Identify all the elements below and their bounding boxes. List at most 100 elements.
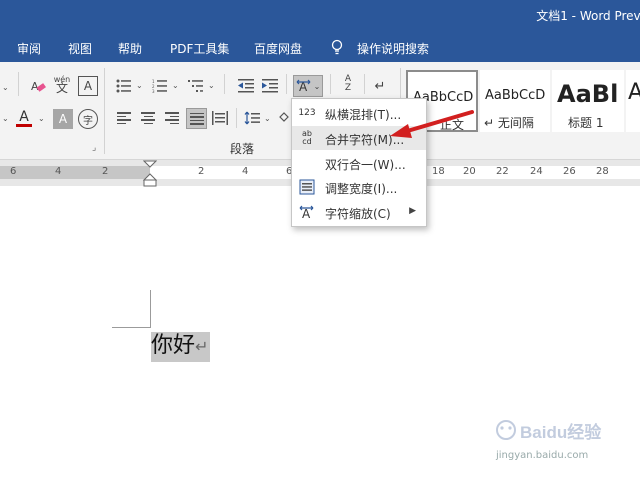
red-arrow-icon bbox=[390, 110, 474, 138]
style-no-spacing[interactable]: AaBbCcD ↵ 无间隔 bbox=[480, 70, 550, 132]
watermark-text: Baidu经验 bbox=[520, 422, 602, 442]
decrease-indent-button[interactable] bbox=[236, 76, 256, 96]
tab-view[interactable]: 视图 bbox=[68, 40, 92, 57]
numbering-button[interactable]: 123 bbox=[150, 76, 170, 96]
character-scaling-icon: A bbox=[297, 202, 317, 222]
multilevel-list-icon bbox=[188, 80, 203, 92]
ruler-number: 18 bbox=[432, 166, 445, 177]
tell-me-search[interactable]: 操作说明搜索 bbox=[357, 40, 429, 57]
chevron-down-icon[interactable]: ⌄ bbox=[172, 81, 179, 90]
style-heading-1-sample: AaBl bbox=[557, 80, 619, 108]
combine-characters-icon: ab cd bbox=[302, 129, 312, 146]
clear-formatting-button[interactable]: A bbox=[28, 76, 48, 96]
line-spacing-button[interactable] bbox=[242, 108, 262, 128]
ruler-number: 24 bbox=[530, 166, 543, 177]
menu-item-label: 字符缩放(C) bbox=[325, 207, 391, 221]
style-heading-1[interactable]: AaBl 标题 1 bbox=[552, 70, 624, 132]
tab-baidu-netdisk[interactable]: 百度网盘 bbox=[254, 40, 302, 57]
align-center-button[interactable] bbox=[138, 108, 158, 128]
divider bbox=[236, 108, 237, 128]
svg-text:3: 3 bbox=[152, 89, 155, 93]
style-next-sample: A bbox=[628, 80, 640, 105]
paragraph-mark: ↵ bbox=[195, 337, 209, 356]
menu-item-label: 调整宽度(I)... bbox=[325, 182, 398, 196]
show-hide-marks-button[interactable]: ↵ bbox=[370, 76, 390, 96]
lightbulb-icon bbox=[331, 39, 343, 55]
tab-review[interactable]: 审阅 bbox=[17, 40, 41, 57]
indent-marker-icon[interactable] bbox=[143, 160, 157, 188]
multilevel-list-button[interactable] bbox=[186, 76, 206, 96]
asian-layout-button[interactable]: A ⌄ bbox=[293, 75, 323, 97]
chevron-down-icon[interactable]: ⌄ bbox=[2, 83, 9, 92]
chevron-down-icon[interactable]: ⌄ bbox=[136, 81, 143, 90]
sort-button[interactable]: A Z bbox=[338, 74, 358, 94]
chevron-down-icon[interactable]: ⌄ bbox=[208, 81, 215, 90]
tab-help[interactable]: 帮助 bbox=[118, 40, 142, 57]
character-border-letter: A bbox=[83, 79, 93, 93]
ruler-number: 2 bbox=[198, 166, 205, 177]
ruler-number: 2 bbox=[102, 166, 109, 177]
menu-item-label: 双行合一(W)... bbox=[325, 158, 406, 172]
distributed-button[interactable] bbox=[210, 108, 230, 128]
increase-indent-icon bbox=[262, 79, 278, 93]
divider bbox=[104, 68, 105, 154]
sort-letter-z: Z bbox=[344, 83, 352, 93]
chevron-down-icon[interactable]: ⌄ bbox=[38, 114, 45, 123]
chevron-down-icon[interactable]: ⌄ bbox=[2, 114, 9, 123]
ruler-number: 6 bbox=[10, 166, 17, 177]
enclose-characters-button[interactable]: 字 bbox=[78, 109, 98, 129]
bullets-button[interactable] bbox=[114, 76, 134, 96]
tab-pdf-tools[interactable]: PDF工具集 bbox=[170, 40, 229, 57]
chevron-down-icon[interactable]: ⌄ bbox=[264, 114, 271, 123]
bullet-list-icon bbox=[116, 79, 131, 93]
menu-item-fit-text[interactable]: 调整宽度(I)... bbox=[292, 175, 426, 199]
ribbon-tabs: 审阅 视图 帮助 PDF工具集 百度网盘 操作说明搜索 bbox=[0, 32, 640, 62]
phonetic-guide-bottom: 文 bbox=[55, 81, 68, 95]
title-bar: 文档1 - Word Previ bbox=[0, 0, 640, 32]
ruler-number: 4 bbox=[242, 166, 249, 177]
ruler-margin bbox=[0, 166, 150, 179]
paragraph-group-label: 段落 bbox=[230, 142, 255, 156]
justify-icon bbox=[189, 112, 204, 125]
line-spacing-icon bbox=[244, 111, 260, 125]
distributed-icon bbox=[212, 111, 228, 125]
character-scaling-letter: A bbox=[302, 207, 311, 219]
character-border-button[interactable]: A bbox=[78, 76, 98, 96]
selected-text[interactable]: 你好 bbox=[151, 333, 195, 358]
ruler-number: 22 bbox=[496, 166, 509, 177]
svg-text:A: A bbox=[31, 80, 39, 93]
style-no-spacing-sample: AaBbCcD bbox=[485, 88, 546, 103]
watermark-url: jingyan.baidu.com bbox=[496, 450, 589, 461]
increase-indent-button[interactable] bbox=[260, 76, 280, 96]
ruler-number: 20 bbox=[463, 166, 476, 177]
divider bbox=[18, 72, 19, 96]
shading-button[interactable] bbox=[278, 108, 290, 128]
decrease-indent-icon bbox=[238, 79, 254, 93]
two-lines-in-one-icon bbox=[297, 153, 317, 173]
asian-layout-icon: A bbox=[296, 79, 311, 93]
ruler-number: 26 bbox=[563, 166, 576, 177]
style-heading-1-name: 标题 1 bbox=[568, 116, 604, 130]
divider bbox=[286, 74, 287, 94]
font-dialog-launcher-icon[interactable]: ⌟ bbox=[92, 143, 96, 153]
phonetic-guide-button[interactable]: wén 文 bbox=[52, 74, 72, 94]
font-color-button[interactable]: A bbox=[14, 109, 34, 129]
align-right-icon bbox=[165, 112, 179, 124]
divider bbox=[330, 74, 331, 94]
document-text[interactable]: 你好↵ bbox=[151, 332, 211, 362]
fit-text-icon bbox=[297, 177, 317, 197]
submenu-arrow-icon: ▶ bbox=[409, 206, 416, 216]
align-right-button[interactable] bbox=[162, 108, 182, 128]
style-next[interactable]: A bbox=[626, 70, 640, 132]
eraser-icon: A bbox=[31, 80, 46, 93]
align-left-icon bbox=[117, 112, 131, 124]
paragraph-mark-icon: ↵ bbox=[374, 78, 386, 94]
character-shading-button[interactable]: A bbox=[53, 109, 73, 129]
paint-bucket-icon bbox=[279, 112, 289, 122]
align-left-button[interactable] bbox=[114, 108, 134, 128]
align-center-icon bbox=[141, 112, 155, 124]
crop-mark-vertical bbox=[150, 290, 151, 328]
menu-item-two-lines-in-one[interactable]: 双行合一(W)... bbox=[292, 151, 426, 175]
justify-button[interactable] bbox=[186, 108, 207, 129]
menu-item-character-scaling[interactable]: A 字符缩放(C) ▶ bbox=[292, 200, 426, 224]
